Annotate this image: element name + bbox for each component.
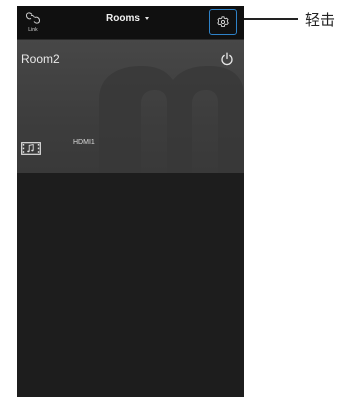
settings-button[interactable] <box>209 9 237 35</box>
chevron-down-icon <box>144 17 149 20</box>
top-bar: Link Rooms <box>17 6 244 39</box>
figure: Link Rooms Room2 HDMI1 轻击 <box>0 0 351 397</box>
source-label: HDMI1 <box>73 139 95 146</box>
link-icon <box>25 12 41 24</box>
room-card[interactable]: Room2 HDMI1 <box>17 40 244 173</box>
link-label: Link <box>28 27 38 33</box>
link-button[interactable]: Link <box>21 9 45 35</box>
film-music-icon <box>21 142 41 155</box>
callout-line <box>244 18 298 20</box>
power-icon <box>221 52 233 66</box>
rooms-dropdown-label: Rooms <box>106 12 140 24</box>
gear-icon <box>217 16 229 28</box>
room-list-empty-area <box>17 173 244 397</box>
power-button[interactable] <box>218 50 236 68</box>
room-name: Room2 <box>21 52 60 66</box>
callout-label: 轻击 <box>305 12 336 29</box>
rooms-dropdown[interactable]: Rooms <box>106 10 149 26</box>
app-screen: Link Rooms Room2 HDMI1 <box>17 6 244 397</box>
